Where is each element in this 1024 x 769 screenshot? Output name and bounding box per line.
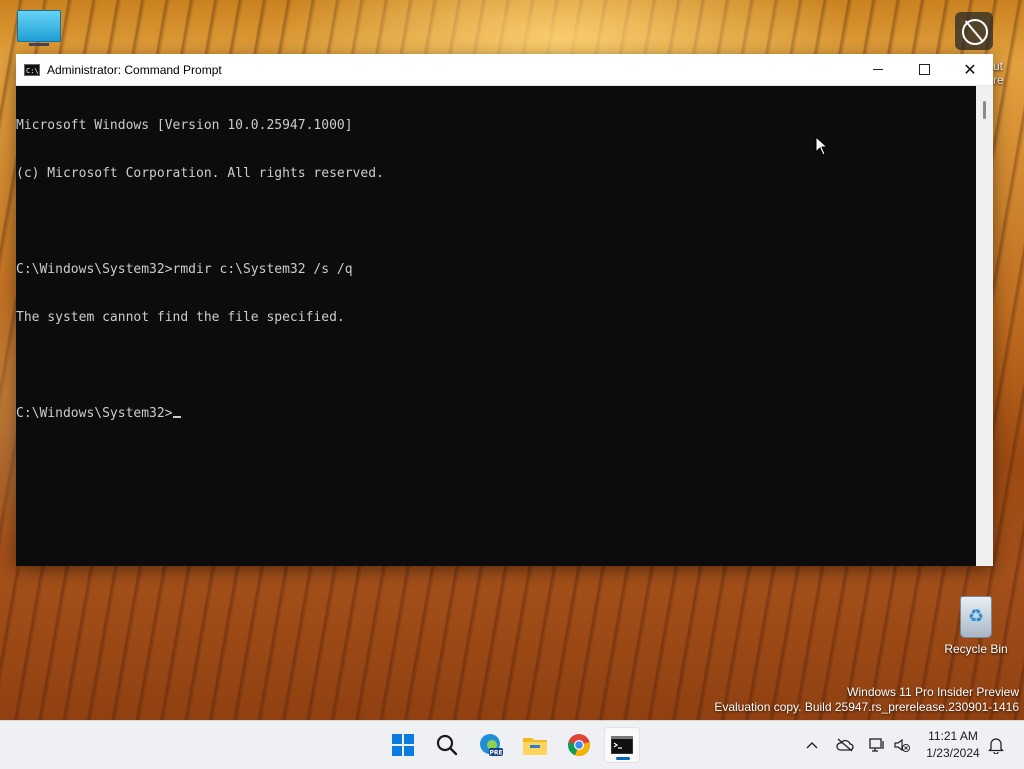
svg-text:PRE: PRE — [489, 750, 502, 757]
user-account-icon[interactable] — [955, 12, 993, 50]
chevron-up-icon — [806, 742, 818, 749]
console-prompt-line[interactable]: C:\Windows\System32> — [16, 406, 976, 422]
start-button[interactable] — [385, 727, 421, 763]
onedrive-tray-button[interactable] — [834, 721, 856, 769]
this-pc-desktop-icon[interactable] — [16, 10, 62, 46]
windows-logo-icon — [392, 734, 414, 756]
clock-time: 11:21 AM — [928, 729, 978, 743]
taskbar: PRE 11:21 AM 1/23/2024 — [0, 720, 1024, 769]
clock[interactable]: 11:21 AM 1/23/2024 — [918, 728, 988, 762]
recycle-bin-label: Recycle Bin — [944, 642, 1008, 656]
window-titlebar[interactable]: C:\. Administrator: Command Prompt ✕ — [16, 54, 993, 86]
bell-icon — [988, 738, 1004, 754]
edge-beta-icon: PRE — [480, 734, 503, 757]
minimize-button[interactable] — [855, 54, 901, 85]
chrome-icon — [568, 734, 590, 757]
command-prompt-button[interactable] — [604, 727, 640, 763]
clock-date: 1/23/2024 — [926, 746, 980, 760]
volume-tray-button[interactable] — [891, 721, 913, 769]
text-cursor — [172, 416, 181, 418]
window-title: Administrator: Command Prompt — [47, 62, 222, 77]
console-line: Microsoft Windows [Version 10.0.25947.10… — [16, 118, 353, 133]
search-icon — [436, 734, 458, 756]
watermark-build: Evaluation copy. Build 25947.rs_prerelea… — [714, 700, 1019, 714]
active-app-indicator — [616, 757, 630, 760]
command-prompt-window[interactable]: C:\. Administrator: Command Prompt ✕ Mic… — [16, 54, 993, 566]
recycle-bin-desktop-icon[interactable]: ♻ Recycle Bin — [940, 596, 1012, 656]
volume-muted-icon — [894, 738, 910, 752]
console-line: The system cannot find the file specifie… — [16, 310, 345, 325]
evaluation-watermark: Windows 11 Pro Insider Preview Evaluatio… — [714, 685, 1019, 715]
show-hidden-icons-button[interactable] — [802, 721, 822, 769]
network-icon — [869, 738, 884, 752]
folder-icon — [523, 738, 547, 755]
file-explorer-button[interactable] — [517, 727, 553, 763]
notifications-button[interactable] — [986, 721, 1006, 769]
recycle-bin-icon: ♻ — [960, 596, 992, 638]
console-line: C:\Windows\System32>rmdir c:\System32 /s… — [16, 262, 353, 277]
cmd-icon: C:\. — [24, 63, 43, 76]
vertical-scrollbar[interactable] — [976, 86, 993, 566]
cmd-icon — [611, 736, 633, 754]
maximize-button[interactable] — [901, 54, 947, 85]
console-line: (c) Microsoft Corporation. All rights re… — [16, 166, 384, 181]
monitor-icon — [17, 10, 61, 42]
scrollbar-thumb[interactable] — [983, 101, 986, 119]
desktop-icon-label-partial: ut re — [993, 59, 1004, 87]
search-button[interactable] — [429, 727, 465, 763]
console-prompt: C:\Windows\System32> — [16, 406, 173, 421]
network-tray-button[interactable] — [866, 721, 888, 769]
cloud-offline-icon — [836, 738, 854, 752]
edge-preview-button[interactable]: PRE — [473, 727, 509, 763]
watermark-edition: Windows 11 Pro Insider Preview — [847, 685, 1019, 699]
console-output[interactable]: Microsoft Windows [Version 10.0.25947.10… — [16, 86, 976, 566]
close-button[interactable]: ✕ — [947, 54, 993, 85]
chrome-button[interactable] — [561, 727, 597, 763]
